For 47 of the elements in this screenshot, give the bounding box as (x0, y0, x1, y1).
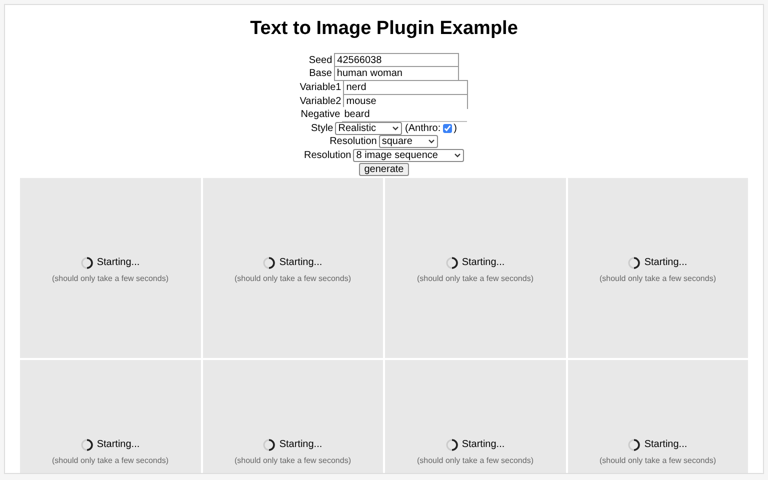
status-text: Starting... (644, 438, 688, 452)
dropdown[interactable]: Realistic (335, 122, 402, 135)
status-text: Starting... (644, 256, 688, 270)
text-field[interactable]: nerd (343, 80, 468, 95)
loading-spinner-icon (446, 256, 458, 269)
generate-button[interactable]: generate (359, 163, 409, 176)
dropdown[interactable]: 8 image sequence (353, 148, 464, 162)
hint-text: (should only take a few seconds) (416, 455, 534, 468)
hint-text: (should only take a few seconds) (416, 273, 534, 286)
dropdown[interactable]: square (378, 135, 438, 148)
status-text: Starting... (462, 438, 505, 452)
chevron-down-icon (454, 152, 461, 158)
loading-spinner-icon (446, 438, 458, 451)
hint-text: (should only take a few seconds) (52, 455, 168, 468)
checkbox[interactable] (442, 124, 452, 133)
status-text: Starting... (96, 438, 140, 452)
hint-text: (should only take a few seconds) (599, 455, 716, 468)
hint-text: (should only take a few seconds) (234, 273, 351, 286)
status-text: Starting... (279, 438, 322, 452)
checkbox-label: (Anthro: (405, 122, 441, 136)
loading-spinner-icon (80, 438, 93, 451)
text-field[interactable]: 42566038 (334, 52, 460, 68)
loading-spinner-icon (628, 438, 640, 451)
loading-spinner-icon (628, 256, 640, 269)
status-text: Starting... (96, 256, 140, 270)
text-field[interactable]: beard (342, 107, 468, 122)
loading-spinner-icon (263, 438, 276, 451)
chevron-down-icon (392, 126, 400, 131)
loading-spinner-icon (80, 256, 93, 269)
page-title: Text to Image Plugin Example (250, 17, 518, 41)
status-text: Starting... (279, 256, 322, 270)
loading-spinner-icon (263, 256, 276, 269)
field-label: Resolution (304, 148, 352, 163)
field-label: Resolution (330, 135, 377, 150)
field-label: Variable1 (300, 80, 342, 95)
field-label: Seed (308, 54, 332, 68)
hint-text: (should only take a few seconds) (234, 455, 351, 468)
hint-text: (should only take a few seconds) (599, 273, 716, 286)
field-label: Variable2 (300, 94, 342, 109)
chevron-down-icon (428, 139, 436, 144)
field-label: Style (311, 122, 334, 136)
text-field[interactable]: human woman (334, 66, 459, 82)
checkbox-label-end: ) (454, 122, 457, 136)
status-text: Starting... (462, 256, 505, 270)
field-label: Negative (300, 108, 340, 122)
field-label: Base (309, 67, 332, 82)
hint-text: (should only take a few seconds) (52, 273, 168, 286)
